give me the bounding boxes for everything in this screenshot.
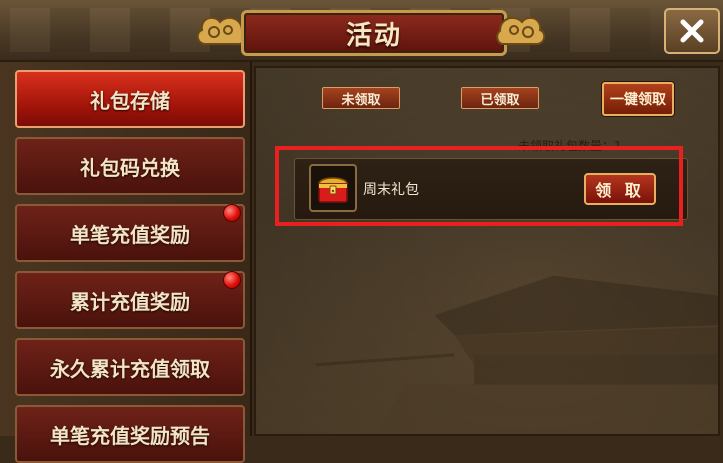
cloud-ornament-right-icon bbox=[496, 16, 546, 45]
sidebar-item-label: 单笔充值奖励 bbox=[70, 222, 190, 247]
gift-storage-panel: 未领取 已领取 一键领取 未领取礼包数量：1 周末礼包 领 取 bbox=[254, 66, 720, 436]
tab-claimed[interactable]: 已领取 bbox=[461, 87, 539, 109]
activity-sidebar: 礼包存储 礼包码兑换 单笔充值奖励 累计充值奖励 永久累计充值领取 单笔充值奖励… bbox=[0, 62, 252, 463]
notification-badge bbox=[223, 271, 241, 289]
close-icon bbox=[680, 19, 704, 43]
tab-unclaimed[interactable]: 未领取 bbox=[322, 87, 400, 109]
sidebar-item-label: 单笔充值奖励预告 bbox=[50, 423, 210, 448]
close-button[interactable] bbox=[664, 8, 720, 54]
sidebar-item-label: 礼包存储 bbox=[90, 88, 170, 113]
gift-name: 周末礼包 bbox=[363, 182, 419, 198]
sidebar-item-label: 累计充值奖励 bbox=[70, 289, 190, 314]
sidebar-item-single-recharge[interactable]: 单笔充值奖励 bbox=[15, 204, 245, 262]
sidebar-item-label: 礼包码兑换 bbox=[80, 155, 180, 180]
treasure-chest-icon bbox=[318, 177, 348, 203]
unclaimed-count: 未领取礼包数量：1 bbox=[518, 139, 622, 153]
sidebar-item-gift-storage[interactable]: 礼包存储 bbox=[15, 70, 245, 128]
temple-scenery-background bbox=[315, 275, 718, 434]
claim-button[interactable]: 领 取 bbox=[584, 173, 656, 205]
page-title: 活动 bbox=[345, 20, 402, 51]
sidebar-item-permanent-recharge[interactable]: 永久累计充值领取 bbox=[15, 338, 245, 396]
sidebar-item-gift-code[interactable]: 礼包码兑换 bbox=[15, 137, 245, 195]
gift-icon-frame bbox=[309, 164, 357, 212]
sidebar-item-cumulative-recharge[interactable]: 累计充值奖励 bbox=[15, 271, 245, 329]
claim-all-button[interactable]: 一键领取 bbox=[602, 82, 674, 116]
notification-badge bbox=[223, 204, 241, 222]
sidebar-item-recharge-preview[interactable]: 单笔充值奖励预告 bbox=[15, 405, 245, 463]
cloud-ornament-left-icon bbox=[196, 16, 246, 45]
sidebar-item-label: 永久累计充值领取 bbox=[50, 356, 210, 381]
gift-row: 周末礼包 领 取 bbox=[294, 158, 688, 220]
title-plate: 活动 bbox=[241, 10, 507, 56]
title-bar: 活动 bbox=[0, 0, 723, 62]
